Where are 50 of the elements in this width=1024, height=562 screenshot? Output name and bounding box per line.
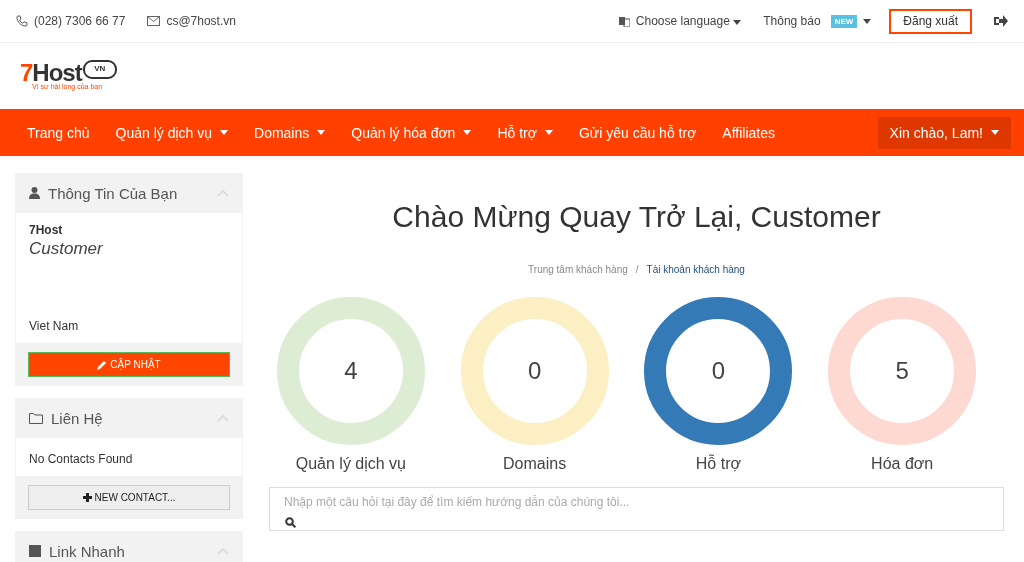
- stat-label[interactable]: Domains: [503, 455, 567, 473]
- nav-item[interactable]: Hỗ trợ: [484, 124, 566, 141]
- search-icon: [285, 517, 296, 528]
- nav-item[interactable]: Quản lý hóa đơn: [338, 124, 485, 141]
- breadcrumb-separator: /: [635, 264, 639, 275]
- nav-item[interactable]: Affiliates: [709, 124, 788, 141]
- breadcrumb-link[interactable]: Tài khoản khách hàng: [646, 264, 745, 275]
- email-address: cs@7host.vn: [166, 14, 236, 28]
- panel-title: Liên Hệ: [51, 409, 104, 427]
- folder-icon: [29, 412, 43, 424]
- nav-item[interactable]: Domains: [241, 124, 339, 141]
- client-role: Customer: [29, 239, 104, 259]
- phone-icon: [16, 15, 28, 27]
- stat-count: 4: [344, 357, 358, 385]
- user-icon: [29, 187, 40, 199]
- phone-number: (028) 7306 66 77: [34, 14, 126, 28]
- nav-item[interactable]: Quản lý dịch vụ: [102, 124, 241, 141]
- panel-title: Thông Tin Của Bạn: [48, 184, 179, 202]
- stat-ring[interactable]: 5: [828, 297, 977, 445]
- new-badge: NEW: [830, 14, 858, 28]
- envelope-icon: [147, 16, 161, 26]
- stat-ring[interactable]: 4: [276, 297, 425, 445]
- stat-count: 0: [711, 357, 726, 385]
- stat-label[interactable]: Hóa đơn: [871, 455, 934, 473]
- notifications-menu[interactable]: Thông báo: [763, 14, 821, 28]
- plus-icon: [82, 493, 92, 502]
- caret-icon: [733, 20, 742, 25]
- nav-item[interactable]: Gửi yêu cầu hỗ trợ: [565, 124, 710, 141]
- pencil-icon: [97, 359, 108, 370]
- account-menu[interactable]: Xin chào, Lam!: [877, 116, 1011, 149]
- nav-item[interactable]: Trang chủ: [14, 124, 103, 141]
- stat-ring[interactable]: 0: [644, 297, 793, 445]
- stat-ring[interactable]: 0: [460, 297, 609, 445]
- search-field[interactable]: Nhập một câu hỏi tại đây để tìm kiếm hướng dẫn của chúng tôi...: [269, 487, 1004, 531]
- logout-button[interactable]: Đăng xuất: [889, 8, 972, 34]
- breadcrumb-link[interactable]: Trung tâm khách hàng: [528, 264, 628, 275]
- stat-label[interactable]: Hỗ trợ: [695, 455, 741, 473]
- panel-text: No Contacts Found: [29, 452, 134, 466]
- translate-icon: [618, 15, 630, 27]
- stat-count: 5: [895, 357, 909, 385]
- caret-icon: [863, 18, 872, 24]
- panel-title: Link Nhanh: [49, 542, 126, 560]
- stat-count: 0: [527, 357, 542, 385]
- welcome-heading: Chào Mừng Quay Trở Lại, Customer: [392, 200, 881, 234]
- stat-label[interactable]: Quản lý dịch vụ: [295, 455, 406, 473]
- language-selector[interactable]: Choose language: [635, 14, 742, 28]
- panel-button[interactable]: NEW CONTACT...: [28, 485, 230, 510]
- client-name: 7Host: [29, 223, 64, 237]
- panel-text: Viet Nam: [29, 319, 80, 333]
- logout-icon[interactable]: [994, 15, 1008, 27]
